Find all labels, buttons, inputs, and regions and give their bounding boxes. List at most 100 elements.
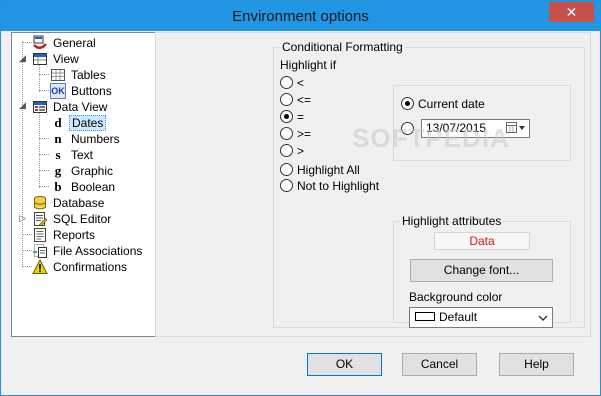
background-color-select[interactable]: Default [409, 307, 553, 328]
radio-selected-icon [401, 97, 414, 111]
tree-item-label: SQL Editor [53, 212, 112, 226]
tree-item-label: Buttons [71, 84, 112, 98]
tree-connector [39, 108, 40, 188]
cancel-button[interactable]: Cancel [402, 353, 477, 376]
tree-connector [39, 154, 49, 155]
tree-item-reports[interactable]: Reports [32, 227, 97, 243]
tree-connector [39, 186, 49, 187]
tree-item-numbers[interactable]: n Numbers [50, 131, 122, 147]
radio-label: <= [297, 93, 312, 107]
tree-item-view[interactable]: View [32, 51, 81, 67]
tree-item-label: Confirmations [53, 260, 128, 274]
reports-icon [32, 227, 48, 243]
tree-item-general[interactable]: General [32, 35, 98, 51]
window-title: Environment options [232, 8, 369, 25]
graphic-icon: g [54, 163, 62, 178]
radio-greater-equal[interactable]: >= [280, 126, 311, 142]
radio-circle-icon [280, 127, 293, 141]
radio-circle-icon [280, 144, 293, 158]
conditional-formatting-group: Conditional Formatting Highlight if < <=… [273, 40, 585, 328]
radio-circle-icon [280, 163, 293, 177]
settings-panel: Conditional Formatting Highlight if < <=… [155, 32, 591, 337]
highlight-if-label: Highlight if [280, 58, 337, 72]
radio-circle-icon [280, 76, 293, 90]
text-icon: s [55, 147, 61, 162]
tree-item-label: Numbers [71, 132, 120, 146]
file-associations-icon [32, 243, 48, 259]
tree-item-label: Boolean [71, 180, 116, 194]
sql-editor-icon [32, 211, 48, 227]
tree-connector [39, 170, 49, 171]
radio-label: > [297, 144, 305, 158]
radio-label: Current date [418, 97, 485, 111]
tree-connector [22, 42, 32, 43]
radio-circle-icon [280, 179, 293, 193]
radio-less-than[interactable]: < [280, 75, 304, 91]
tree-item-buttons[interactable]: OK Buttons [50, 83, 114, 99]
environment-options-window: Environment options ✕ ◢ ◢ ▷ General View… [0, 0, 601, 396]
radio-current-date[interactable]: Current date [401, 96, 485, 112]
data-view-icon [32, 99, 48, 115]
softpedia-watermark: SOFTPEDIA [352, 123, 510, 153]
title-bar[interactable]: Environment options ✕ [1, 1, 600, 31]
radio-label: Highlight All [297, 163, 360, 177]
tree-item-database[interactable]: Database [32, 195, 106, 211]
tree-item-label: Reports [53, 228, 96, 242]
tree-connector [39, 90, 49, 91]
database-icon [32, 195, 48, 211]
view-icon [32, 51, 48, 67]
radio-not-to-highlight[interactable]: Not to Highlight [280, 178, 379, 194]
help-button[interactable]: Help [499, 353, 574, 376]
change-font-button[interactable]: Change font... [410, 259, 553, 282]
ok-button[interactable]: OK [307, 353, 382, 376]
radio-less-equal[interactable]: <= [280, 92, 311, 108]
radio-highlight-all[interactable]: Highlight All [280, 162, 360, 178]
tree-item-dates[interactable]: d Dates [50, 115, 107, 131]
highlight-attributes-legend: Highlight attributes [400, 214, 504, 228]
buttons-icon: OK [50, 83, 66, 99]
tree-item-tables[interactable]: Tables [50, 67, 108, 83]
tree-item-sql-editor[interactable]: SQL Editor [32, 211, 113, 227]
radio-selected-icon [280, 110, 293, 124]
conditional-formatting-legend: Conditional Formatting [280, 40, 405, 54]
tree-item-label: Tables [71, 68, 106, 82]
radio-label: Not to Highlight [297, 179, 380, 193]
radio-greater-than[interactable]: > [280, 143, 304, 159]
collapse-data-view-icon[interactable]: ◢ [18, 101, 27, 110]
tree-item-label: Graphic [71, 164, 114, 178]
collapse-view-icon[interactable]: ◢ [18, 54, 27, 63]
tree-item-confirmations[interactable]: Confirmations [32, 258, 129, 275]
radio-equal[interactable]: = [280, 109, 304, 125]
tree-item-text[interactable]: s Text [50, 147, 95, 163]
tree-item-label: File Associations [53, 244, 143, 258]
close-icon: ✕ [565, 4, 578, 20]
tree-item-graphic[interactable]: g Graphic [50, 163, 115, 179]
tree-connector [22, 266, 32, 267]
general-icon [32, 35, 48, 51]
radio-label: >= [297, 127, 312, 141]
tree-item-label: Database [53, 196, 105, 210]
color-swatch-icon [415, 312, 435, 322]
tables-icon [50, 67, 66, 83]
background-color-value: Default [439, 310, 478, 324]
chevron-down-icon [538, 308, 548, 334]
highlight-attributes-group: Highlight attributes Data Change font...… [393, 214, 571, 328]
confirmations-icon [32, 258, 48, 275]
radio-label: < [297, 76, 305, 90]
expand-sql-editor-icon[interactable]: ▷ [18, 214, 27, 223]
tree-item-file-associations[interactable]: File Associations [32, 243, 144, 259]
boolean-icon: b [54, 179, 62, 194]
tree-item-label: View [53, 52, 79, 66]
tree-connector [39, 138, 49, 139]
tree-item-label: Data View [53, 100, 108, 114]
tree-connector [39, 74, 49, 75]
tree-item-data-view[interactable]: Data View [32, 99, 109, 115]
dialog-client: ◢ ◢ ▷ General View Tables OK Buttons Dat… [8, 31, 593, 389]
tree-connector [22, 250, 32, 251]
close-button[interactable]: ✕ [549, 2, 594, 22]
tree-item-label: Dates [69, 115, 107, 131]
tree-item-label: General [53, 36, 96, 50]
options-tree[interactable]: ◢ ◢ ▷ General View Tables OK Buttons Dat… [11, 32, 156, 337]
tree-item-boolean[interactable]: b Boolean [50, 179, 117, 195]
radio-label: = [297, 110, 305, 124]
